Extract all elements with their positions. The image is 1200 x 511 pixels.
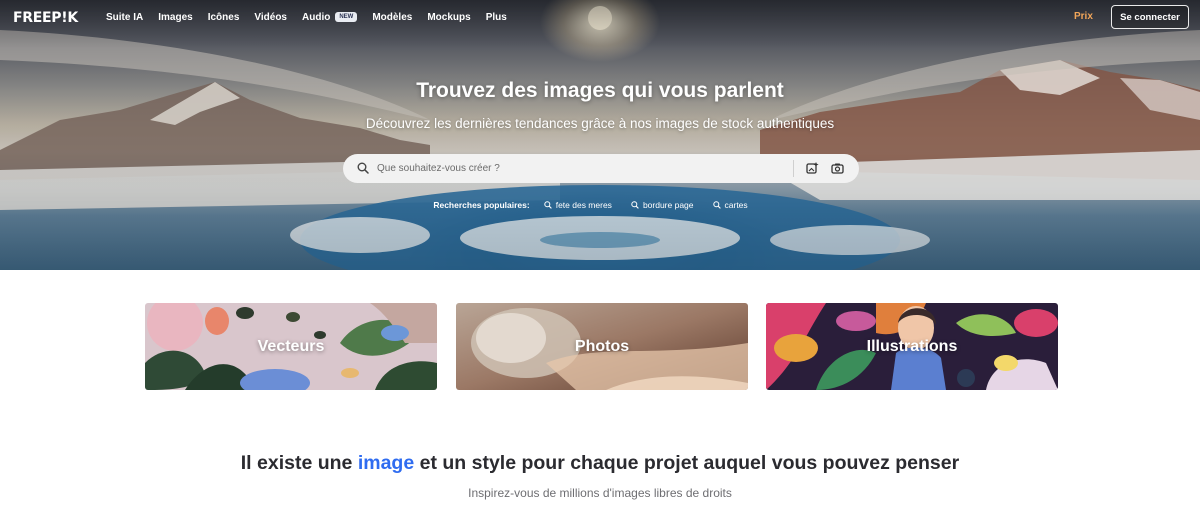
nav-item-mockups[interactable]: Mockups [427, 12, 470, 23]
nav-item-label: Audio [302, 11, 331, 23]
new-badge: NEW [335, 12, 358, 22]
popular-search-text: fete des meres [555, 200, 612, 210]
popular-search-text: cartes [724, 200, 748, 210]
section-title-highlight: image [357, 452, 415, 474]
top-navigation: FREEP!K Suite IA Images Icônes Vidéos Au… [0, 0, 1200, 34]
nav-item-label: Images [158, 11, 193, 23]
section-title-end: et un style pour chaque projet auquel vo… [414, 452, 960, 474]
nav-item-plus[interactable]: Plus [486, 12, 507, 23]
section-subtitle: Inspirez-vous de millions d'images libre… [468, 486, 732, 500]
search-icon [712, 201, 721, 209]
hero-title: Trouvez des images qui vous parlent [416, 79, 784, 102]
category-label: Vecteurs [257, 337, 325, 355]
category-label: Photos [574, 337, 630, 355]
nav-item-audio[interactable]: Audio NEW [302, 11, 358, 23]
nav-item-label: Modèles [372, 11, 413, 23]
popular-searches: Recherches populaires: fete des meres bo… [0, 200, 1200, 210]
camera-search-icon[interactable] [830, 161, 845, 176]
nav-item-icones[interactable]: Icônes [208, 12, 240, 23]
nav-item-label: Icônes [207, 11, 240, 23]
hero-banner [0, 0, 1200, 270]
search-bar [343, 154, 859, 183]
nav-menu: Suite IA Images Icônes Vidéos Audio NEW M… [106, 0, 507, 34]
nav-item-suite-ia[interactable]: Suite IA [106, 12, 143, 23]
nav-item-modeles[interactable]: Modèles [372, 12, 412, 23]
search-divider [793, 160, 794, 177]
nav-item-videos[interactable]: Vidéos [254, 12, 287, 23]
nav-item-images[interactable]: Images [158, 12, 192, 23]
hero-subtitle: Découvrez les dernières tendances grâce … [365, 116, 835, 131]
nav-item-label: Vidéos [254, 11, 287, 23]
search-icon [357, 162, 369, 174]
popular-search-item[interactable]: cartes [712, 200, 748, 210]
search-icon [544, 201, 552, 209]
category-card-photos[interactable]: Photos [456, 303, 748, 390]
ai-generate-icon[interactable] [805, 161, 820, 176]
login-button[interactable]: Se connecter [1111, 5, 1189, 29]
hero-overlay [0, 0, 1200, 270]
category-card-illustrations[interactable]: Illustrations [766, 303, 1058, 390]
popular-search-item[interactable]: fete des meres [544, 200, 612, 210]
nav-item-label: Mockups [427, 11, 471, 23]
section-title: Il existe une image et un style pour cha… [0, 452, 1200, 475]
search-input[interactable] [377, 159, 787, 178]
popular-search-text: bordure page [642, 200, 694, 210]
category-card-vecteurs[interactable]: Vecteurs [145, 303, 437, 390]
freepik-logo[interactable]: FREEP!K [13, 10, 78, 26]
category-label: Illustrations [866, 337, 958, 355]
pricing-link[interactable]: Prix [1074, 11, 1093, 22]
popular-search-item[interactable]: bordure page [631, 200, 694, 210]
nav-item-label: Suite IA [106, 11, 144, 23]
search-icon [631, 201, 639, 209]
section-title-start: Il existe une [240, 452, 358, 474]
nav-item-label: Plus [485, 11, 507, 23]
popular-searches-label: Recherches populaires: [433, 200, 530, 210]
